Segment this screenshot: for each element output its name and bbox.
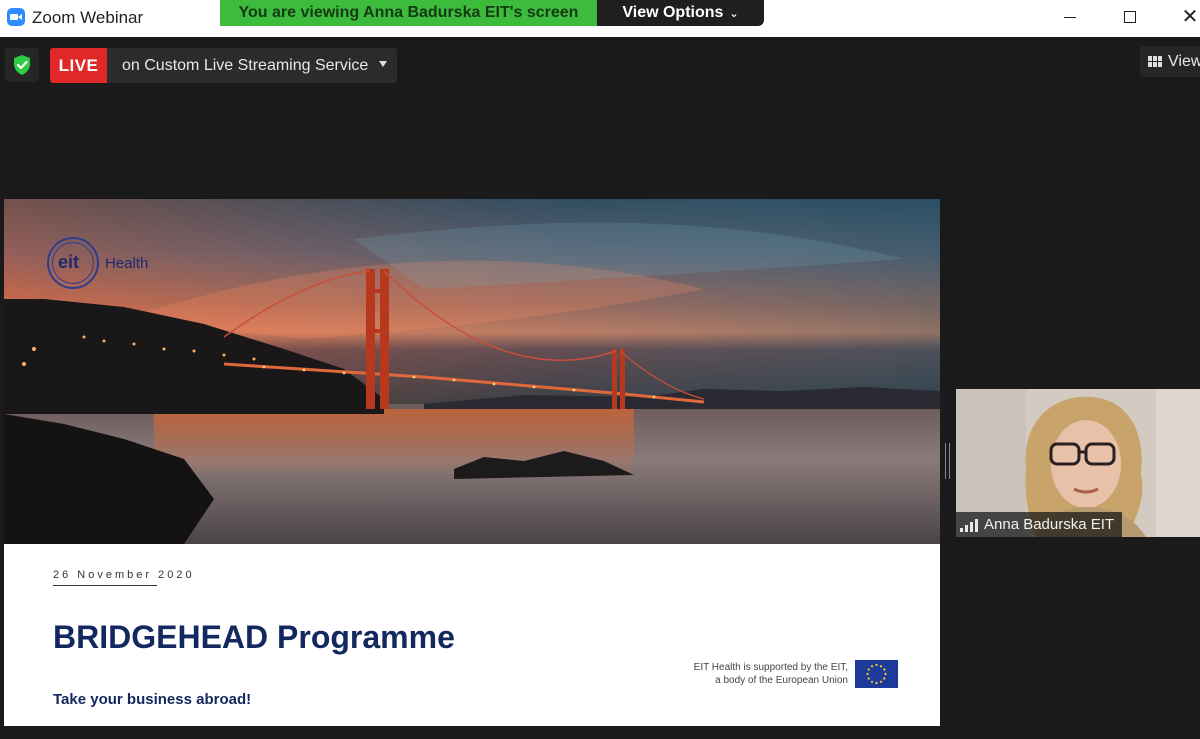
maximize-icon — [1124, 11, 1136, 23]
security-shield-button[interactable] — [5, 48, 39, 82]
slide-subtitle: Take your business abroad! — [53, 691, 252, 708]
eu-line-1: EIT Health is supported by the EIT, — [693, 662, 848, 673]
minimize-button[interactable] — [1047, 0, 1093, 34]
signal-bars-icon — [960, 518, 978, 532]
bridge-photo: eit Health — [4, 199, 940, 544]
view-layout-button[interactable]: View — [1140, 46, 1200, 77]
logo-eit-text: eit — [58, 252, 80, 272]
participant-video-tile[interactable]: Anna Badurska EIT — [956, 389, 1200, 537]
caret-down-icon — [379, 61, 387, 67]
live-stream-dropdown[interactable]: LIVE on Custom Live Streaming Service — [50, 48, 397, 83]
close-button[interactable]: ✕ — [1167, 0, 1200, 34]
screen-share-banner: You are viewing Anna Badurska EIT's scre… — [220, 0, 597, 26]
panel-resize-handle[interactable] — [945, 443, 950, 479]
shield-check-icon — [14, 55, 30, 75]
slide-title: BRIDGEHEAD Programme — [53, 619, 455, 655]
zoom-logo-icon — [7, 8, 25, 26]
logo-health-text: Health — [105, 255, 149, 272]
view-options-button[interactable]: View Options ⌄ — [597, 0, 764, 26]
view-label: View — [1168, 52, 1200, 70]
maximize-button[interactable] — [1107, 0, 1153, 34]
participant-name-tag: Anna Badurska EIT — [956, 512, 1123, 537]
grid-view-icon — [1148, 56, 1162, 67]
eu-flag-icon — [855, 660, 898, 688]
stream-service-text: on Custom Live Streaming Service — [122, 56, 369, 74]
close-icon: ✕ — [1181, 6, 1199, 28]
date-underline — [53, 585, 157, 586]
slide-date: 26 November 2020 — [53, 569, 195, 581]
chevron-down-icon: ⌄ — [729, 7, 739, 20]
eu-support-text: EIT Health is supported by the EIT, a bo… — [694, 661, 848, 687]
shared-screen-slide: eit Health 26 November 2020 BRIDGEHEAD P… — [4, 199, 940, 726]
window-title: Zoom Webinar — [32, 8, 144, 27]
view-options-label: View Options — [622, 4, 724, 21]
stream-service-label: on Custom Live Streaming Service — [107, 48, 397, 83]
participant-name: Anna Badurska EIT — [984, 516, 1115, 533]
eu-line-2: a body of the European Union — [715, 675, 848, 686]
eit-health-logo: eit Health — [47, 237, 177, 295]
minimize-icon — [1064, 16, 1076, 18]
live-badge: LIVE — [50, 48, 107, 83]
